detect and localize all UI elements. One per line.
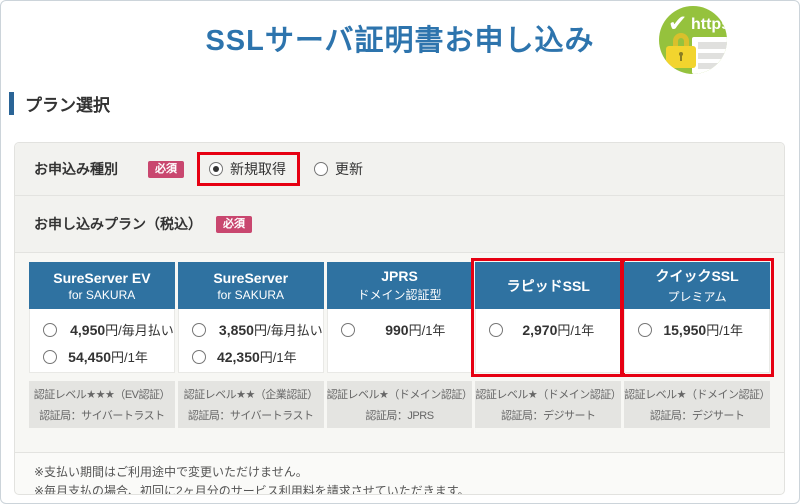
plan-price-option[interactable]: 15,950 円/1年 (625, 316, 769, 343)
required-badge: 必須 (216, 216, 252, 233)
plan-label-row: お申し込みプラン（税込） 必須 (15, 196, 784, 253)
plan-price-option[interactable]: 54,450 円/1年 (30, 343, 174, 370)
plan-price-option[interactable]: 4,950 円/毎月払い (30, 316, 174, 343)
plan-name: クイックSSL (655, 266, 738, 286)
plan-columns: SureServer EV for SAKURA 4,950 円/毎月払い 54… (29, 262, 770, 428)
price-unit: 円/毎月払い (105, 320, 174, 339)
plan-price-option[interactable]: 42,350 円/1年 (179, 343, 323, 370)
cert-authority: 認証局：デジサート (501, 407, 596, 423)
highlight-border-new-option: 新規取得 (197, 152, 300, 186)
radio-unselected-icon[interactable] (341, 323, 355, 337)
radio-unselected-icon[interactable] (489, 323, 503, 337)
plan-name: JPRS (381, 268, 418, 284)
plan-price-cell: 990 円/1年 (327, 309, 473, 373)
plan-header: ラピッドSSL (475, 262, 621, 309)
radio-option-new[interactable]: 新規取得 (209, 159, 286, 179)
price-amount: 990 (355, 322, 409, 338)
check-icon: ✔ (668, 12, 687, 35)
price-amount: 42,350 (206, 349, 260, 365)
plan-subname: ドメイン認証型 (357, 286, 441, 303)
price-amount: 54,450 (57, 349, 111, 365)
section-heading: プラン選択 (9, 91, 110, 116)
radio-unselected-icon[interactable] (314, 162, 328, 176)
plan-table: SureServer EV for SAKURA 4,950 円/毎月払い 54… (15, 253, 784, 453)
plan-header: JPRS ドメイン認証型 (327, 262, 473, 309)
plan-column: SureServer EV for SAKURA 4,950 円/毎月払い 54… (29, 262, 175, 428)
price-amount: 3,850 (206, 322, 254, 338)
cert-level: 認証レベル★（ドメイン認証） (327, 386, 473, 402)
certification-cell: 認証レベル★★（企業認証） 認証局：サイバートラスト (178, 381, 324, 428)
plan-price-cell: 3,850 円/毎月払い 42,350 円/1年 (178, 309, 324, 373)
radio-selected-icon[interactable] (209, 162, 223, 176)
price-unit: 円/1年 (706, 320, 743, 339)
radio-option-new-label: 新規取得 (230, 159, 286, 179)
cert-authority: 認証局：デジサート (650, 407, 745, 423)
plan-price-cell: 15,950 円/1年 (624, 309, 770, 373)
cert-authority: 認証局：サイバートラスト (39, 407, 165, 423)
plan-subname: for SAKURA (217, 288, 284, 302)
application-type-label: お申込み種別 (34, 159, 129, 179)
certification-cell: 認証レベル★（ドメイン認証） 認証局：JPRS (327, 381, 473, 428)
cert-authority: 認証局：JPRS (365, 407, 433, 423)
plan-price-cell: 4,950 円/毎月払い 54,450 円/1年 (29, 309, 175, 373)
plan-column: JPRS ドメイン認証型 990 円/1年 認証レベル★（ドメイン認証） 認証局… (327, 262, 473, 428)
footer-notes: ※支払い期間はご利用途中で変更いただけません。 ※毎月支払の場合、初回に2ヶ月分… (15, 453, 784, 495)
radio-unselected-icon[interactable] (192, 323, 206, 337)
plan-price-option[interactable]: 990 円/1年 (328, 316, 472, 343)
plan-name: SureServer EV (53, 270, 150, 286)
price-unit: 円/1年 (260, 347, 297, 366)
radio-option-renew-label: 更新 (335, 159, 363, 179)
price-amount: 4,950 (57, 322, 105, 338)
section-accent-bar (9, 92, 14, 115)
plan-row-label: お申し込みプラン（税込） (34, 214, 202, 234)
radio-unselected-icon[interactable] (638, 323, 652, 337)
plan-price-option[interactable]: 2,970 円/1年 (476, 316, 620, 343)
https-security-icon: ✔ https (659, 6, 727, 74)
plan-name: ラピッドSSL (507, 276, 590, 296)
cert-level: 認証レベル★★（企業認証） (184, 386, 318, 402)
cert-authority: 認証局：サイバートラスト (188, 407, 314, 423)
section-heading-label: プラン選択 (25, 91, 110, 116)
https-label: https (691, 16, 727, 34)
radio-unselected-icon[interactable] (43, 350, 57, 364)
price-unit: 円/1年 (557, 320, 594, 339)
application-page: SSLサーバ証明書お申し込み ✔ https プラン選択 お申込み種別 必須 新… (0, 0, 800, 504)
price-unit: 円/1年 (111, 347, 148, 366)
cert-level: 認証レベル★★★（EV認証） (34, 386, 170, 402)
cert-level: 認証レベル★（ドメイン認証） (624, 386, 770, 402)
plan-selection-form: お申込み種別 必須 新規取得 更新 お申し込みプラン（税込） 必須 SureSe… (14, 142, 785, 495)
price-amount: 15,950 (652, 322, 706, 338)
plan-price-option[interactable]: 3,850 円/毎月払い (179, 316, 323, 343)
plan-column: ラピッドSSL 2,970 円/1年 認証レベル★（ドメイン認証） 認証局：デジ… (475, 262, 621, 428)
document-icon (692, 37, 727, 74)
lock-icon (666, 33, 696, 69)
certification-cell: 認証レベル★（ドメイン認証） 認証局：デジサート (475, 381, 621, 428)
price-amount: 2,970 (503, 322, 557, 338)
radio-unselected-icon[interactable] (43, 323, 57, 337)
plan-column: クイックSSL プレミアム 15,950 円/1年 認証レベル★（ドメイン認証）… (624, 262, 770, 428)
plan-header: SureServer EV for SAKURA (29, 262, 175, 309)
price-unit: 円/毎月払い (254, 320, 323, 339)
plan-header: クイックSSL プレミアム (624, 262, 770, 309)
plan-column: SureServer for SAKURA 3,850 円/毎月払い 42,35… (178, 262, 324, 428)
radio-unselected-icon[interactable] (192, 350, 206, 364)
radio-option-renew[interactable]: 更新 (314, 159, 363, 179)
required-badge: 必須 (148, 161, 184, 178)
plan-header: SureServer for SAKURA (178, 262, 324, 309)
plan-price-cell: 2,970 円/1年 (475, 309, 621, 373)
plan-name: SureServer (213, 270, 288, 286)
certification-cell: 認証レベル★（ドメイン認証） 認証局：デジサート (624, 381, 770, 428)
price-unit: 円/1年 (409, 320, 446, 339)
application-type-row: お申込み種別 必須 新規取得 更新 (15, 143, 784, 196)
note-line: ※支払い期間はご利用途中で変更いただけません。 (34, 463, 784, 482)
plan-subname: for SAKURA (69, 288, 136, 302)
note-line: ※毎月支払の場合、初回に2ヶ月分のサービス利用料を請求させていただきます。 (34, 482, 784, 495)
certification-cell: 認証レベル★★★（EV認証） 認証局：サイバートラスト (29, 381, 175, 428)
cert-level: 認証レベル★（ドメイン認証） (475, 386, 621, 402)
plan-subname: プレミアム (668, 288, 727, 305)
